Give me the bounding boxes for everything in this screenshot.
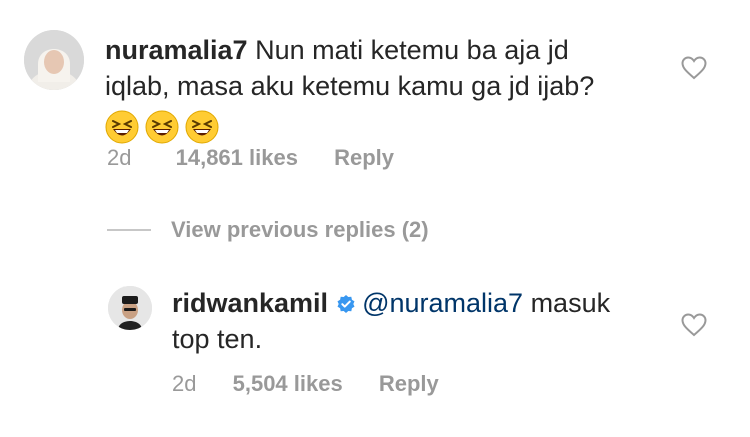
avatar-image xyxy=(108,286,152,330)
emoji-row xyxy=(105,110,665,144)
reply-body: ridwankamil @nuramalia7 masuk top ten. xyxy=(172,285,672,357)
reply-time: 2d xyxy=(172,371,197,396)
comment-text-line1: Nun mati ketemu ba aja jd xyxy=(255,35,569,65)
avatar-ridwankamil[interactable] xyxy=(108,286,152,330)
comment-likes[interactable]: 14,861 likes xyxy=(176,145,298,170)
view-previous-replies-button[interactable]: View previous replies (2) xyxy=(171,217,429,243)
like-heart-icon[interactable] xyxy=(681,56,707,80)
comment-username[interactable]: nuramalia7 xyxy=(105,35,248,65)
like-heart-icon[interactable] xyxy=(681,313,707,337)
avatar-nuramalia7[interactable] xyxy=(24,30,84,90)
reply-reply-button[interactable]: Reply xyxy=(379,371,439,396)
comment-meta: 2d 14,861 likes Reply xyxy=(107,145,394,171)
reply-likes[interactable]: 5,504 likes xyxy=(233,371,343,396)
reply-text-line2: top ten. xyxy=(172,324,263,354)
reply-mention-link[interactable]: @nuramalia7 xyxy=(362,288,523,318)
grinning-squinting-face-icon xyxy=(105,110,139,144)
avatar-image xyxy=(24,30,84,90)
grinning-squinting-face-icon xyxy=(145,110,179,144)
comment-time: 2d xyxy=(107,145,132,170)
reply-text-line1: masuk xyxy=(523,288,611,318)
reply-username[interactable]: ridwankamil xyxy=(172,288,328,318)
reply-meta: 2d 5,504 likes Reply xyxy=(172,371,439,397)
comment-body: nuramalia7 Nun mati ketemu ba aja jd iql… xyxy=(105,32,665,144)
comment-text-line2: iqlab, masa aku ketemu kamu ga jd ijab? xyxy=(105,71,595,101)
replies-divider-line xyxy=(107,229,151,231)
grinning-squinting-face-icon xyxy=(185,110,219,144)
verified-badge-icon xyxy=(337,295,355,313)
comment-reply-button[interactable]: Reply xyxy=(334,145,394,170)
